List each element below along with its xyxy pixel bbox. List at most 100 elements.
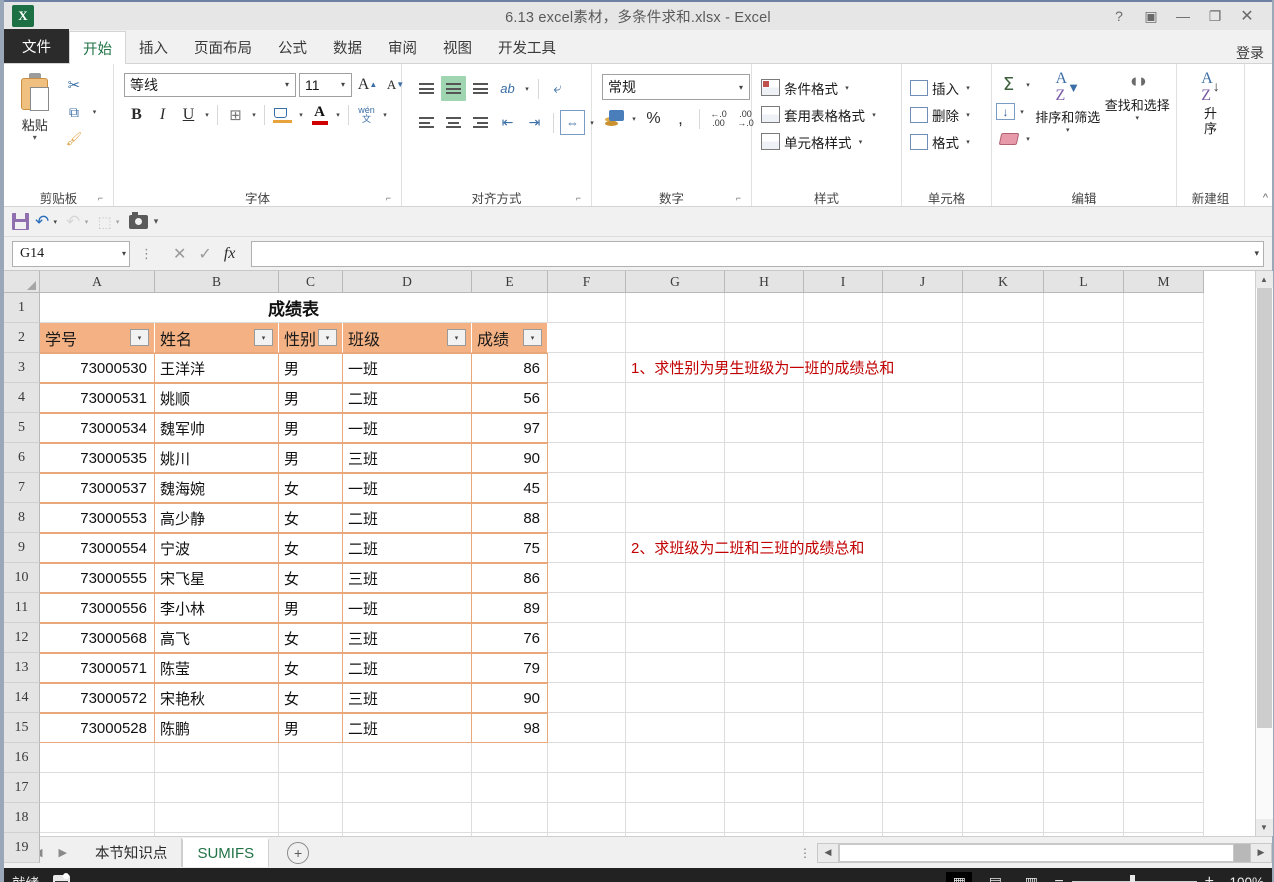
- sheet-overflow-icon[interactable]: ⋮: [799, 846, 817, 860]
- cell-H12[interactable]: [725, 623, 804, 653]
- clear-button[interactable]: ▾: [996, 126, 1033, 151]
- cell-E13[interactable]: 79: [472, 653, 548, 683]
- cell-I6[interactable]: [804, 443, 883, 473]
- fill-color-button[interactable]: [270, 102, 295, 127]
- cell-F14[interactable]: [548, 683, 626, 713]
- cell-K7[interactable]: [963, 473, 1044, 503]
- column-header-I[interactable]: I: [804, 271, 883, 293]
- cell-L19[interactable]: [1044, 833, 1124, 836]
- cell-L14[interactable]: [1044, 683, 1124, 713]
- autosum-button[interactable]: Σ ▾: [996, 72, 1033, 97]
- cell-J7[interactable]: [883, 473, 963, 503]
- dialog-launcher-icon[interactable]: ⌐: [383, 193, 394, 204]
- cell-M8[interactable]: [1124, 503, 1204, 533]
- chevron-down-icon[interactable]: ▾: [337, 80, 349, 89]
- align-center-button[interactable]: [441, 110, 466, 135]
- sign-in-link[interactable]: 登录: [1236, 43, 1272, 63]
- cell-A7[interactable]: 73000537: [40, 473, 155, 503]
- cell-I14[interactable]: [804, 683, 883, 713]
- cell-B6[interactable]: 姚川: [155, 443, 279, 473]
- insert-function-icon[interactable]: fx: [224, 245, 236, 263]
- cell-K13[interactable]: [963, 653, 1044, 683]
- cell-D9[interactable]: 二班: [343, 533, 472, 563]
- cell-K18[interactable]: [963, 803, 1044, 833]
- cell-G6[interactable]: [626, 443, 725, 473]
- sheet-tab-sumifs[interactable]: SUMIFS: [182, 838, 270, 867]
- cell-B19[interactable]: [155, 833, 279, 836]
- row-header-5[interactable]: 5: [4, 413, 40, 443]
- chevron-down-icon[interactable]: ▾: [202, 111, 212, 119]
- chevron-down-icon[interactable]: ▾: [33, 134, 37, 142]
- cell-H19[interactable]: [725, 833, 804, 836]
- column-header-F[interactable]: F: [548, 271, 626, 293]
- cell-D17[interactable]: [343, 773, 472, 803]
- cell-D12[interactable]: 三班: [343, 623, 472, 653]
- cell-L18[interactable]: [1044, 803, 1124, 833]
- filter-dropdown-icon[interactable]: ▾: [447, 329, 466, 346]
- cell-J3[interactable]: [883, 353, 963, 383]
- cell-L15[interactable]: [1044, 713, 1124, 743]
- cell-D11[interactable]: 一班: [343, 593, 472, 623]
- cell-I16[interactable]: [804, 743, 883, 773]
- dialog-launcher-icon[interactable]: ⌐: [573, 193, 584, 204]
- cell-G10[interactable]: [626, 563, 725, 593]
- chevron-down-icon[interactable]: ▾: [735, 83, 747, 92]
- cell-D19[interactable]: [343, 833, 472, 836]
- cell-C12[interactable]: 女: [279, 623, 343, 653]
- cell-A10[interactable]: 73000555: [40, 563, 155, 593]
- borders-button[interactable]: ⊞: [223, 102, 248, 127]
- vertical-scroll-track[interactable]: [1255, 288, 1273, 819]
- sort-filter-button[interactable]: A Z ▼ 排序和筛选 ▾: [1033, 68, 1103, 133]
- cell-C4[interactable]: 男: [279, 383, 343, 413]
- cell-E16[interactable]: [472, 743, 548, 773]
- cell-H14[interactable]: [725, 683, 804, 713]
- record-macro-icon[interactable]: [53, 873, 70, 882]
- tab-developer[interactable]: 开发工具: [485, 32, 569, 63]
- cell-G14[interactable]: [626, 683, 725, 713]
- cell-C17[interactable]: [279, 773, 343, 803]
- cell-G1[interactable]: [626, 293, 725, 323]
- cell-F16[interactable]: [548, 743, 626, 773]
- bold-button[interactable]: B: [124, 102, 149, 127]
- row-header-13[interactable]: 13: [4, 653, 40, 683]
- cell-F10[interactable]: [548, 563, 626, 593]
- cell-K1[interactable]: [963, 293, 1044, 323]
- tab-view[interactable]: 视图: [430, 32, 485, 63]
- cell-A15[interactable]: 73000528: [40, 713, 155, 743]
- cell-I1[interactable]: [804, 293, 883, 323]
- format-as-table-button[interactable]: 套用表格格式 ▾: [756, 101, 879, 128]
- cell-M3[interactable]: [1124, 353, 1204, 383]
- cell-D10[interactable]: 三班: [343, 563, 472, 593]
- cell-I11[interactable]: [804, 593, 883, 623]
- cell-L10[interactable]: [1044, 563, 1124, 593]
- cell-H13[interactable]: [725, 653, 804, 683]
- annotation-G9[interactable]: 2、求班级为二班和三班的成绩总和: [626, 533, 864, 563]
- chevron-down-icon[interactable]: ▾: [89, 108, 99, 116]
- increase-indent-button[interactable]: ⇥: [522, 110, 547, 135]
- cell-E5[interactable]: 97: [472, 413, 548, 443]
- chevron-down-icon[interactable]: ▾: [333, 111, 343, 119]
- add-sheet-button[interactable]: +: [287, 841, 310, 864]
- chevron-down-icon[interactable]: ▾: [842, 84, 852, 92]
- cell-L3[interactable]: [1044, 353, 1124, 383]
- cell-A2[interactable]: 学号 ▾: [40, 323, 155, 353]
- undo-button[interactable]: ↶ ▾: [35, 212, 60, 232]
- cell-E18[interactable]: [472, 803, 548, 833]
- cell-J15[interactable]: [883, 713, 963, 743]
- tab-review[interactable]: 审阅: [375, 32, 430, 63]
- cell-B2[interactable]: 姓名 ▾: [155, 323, 279, 353]
- cell-M4[interactable]: [1124, 383, 1204, 413]
- cell-B17[interactable]: [155, 773, 279, 803]
- cell-B15[interactable]: 陈鹏: [155, 713, 279, 743]
- cell-styles-button[interactable]: 单元格样式 ▾: [756, 128, 866, 155]
- cell-J17[interactable]: [883, 773, 963, 803]
- cell-C11[interactable]: 男: [279, 593, 343, 623]
- cell-C7[interactable]: 女: [279, 473, 343, 503]
- cell-L16[interactable]: [1044, 743, 1124, 773]
- minimize-icon[interactable]: —: [1168, 3, 1198, 29]
- horizontal-scrollbar[interactable]: ◀ ▶: [817, 842, 1272, 864]
- cell-D18[interactable]: [343, 803, 472, 833]
- cell-I10[interactable]: [804, 563, 883, 593]
- cell-K12[interactable]: [963, 623, 1044, 653]
- cell-K19[interactable]: [963, 833, 1044, 836]
